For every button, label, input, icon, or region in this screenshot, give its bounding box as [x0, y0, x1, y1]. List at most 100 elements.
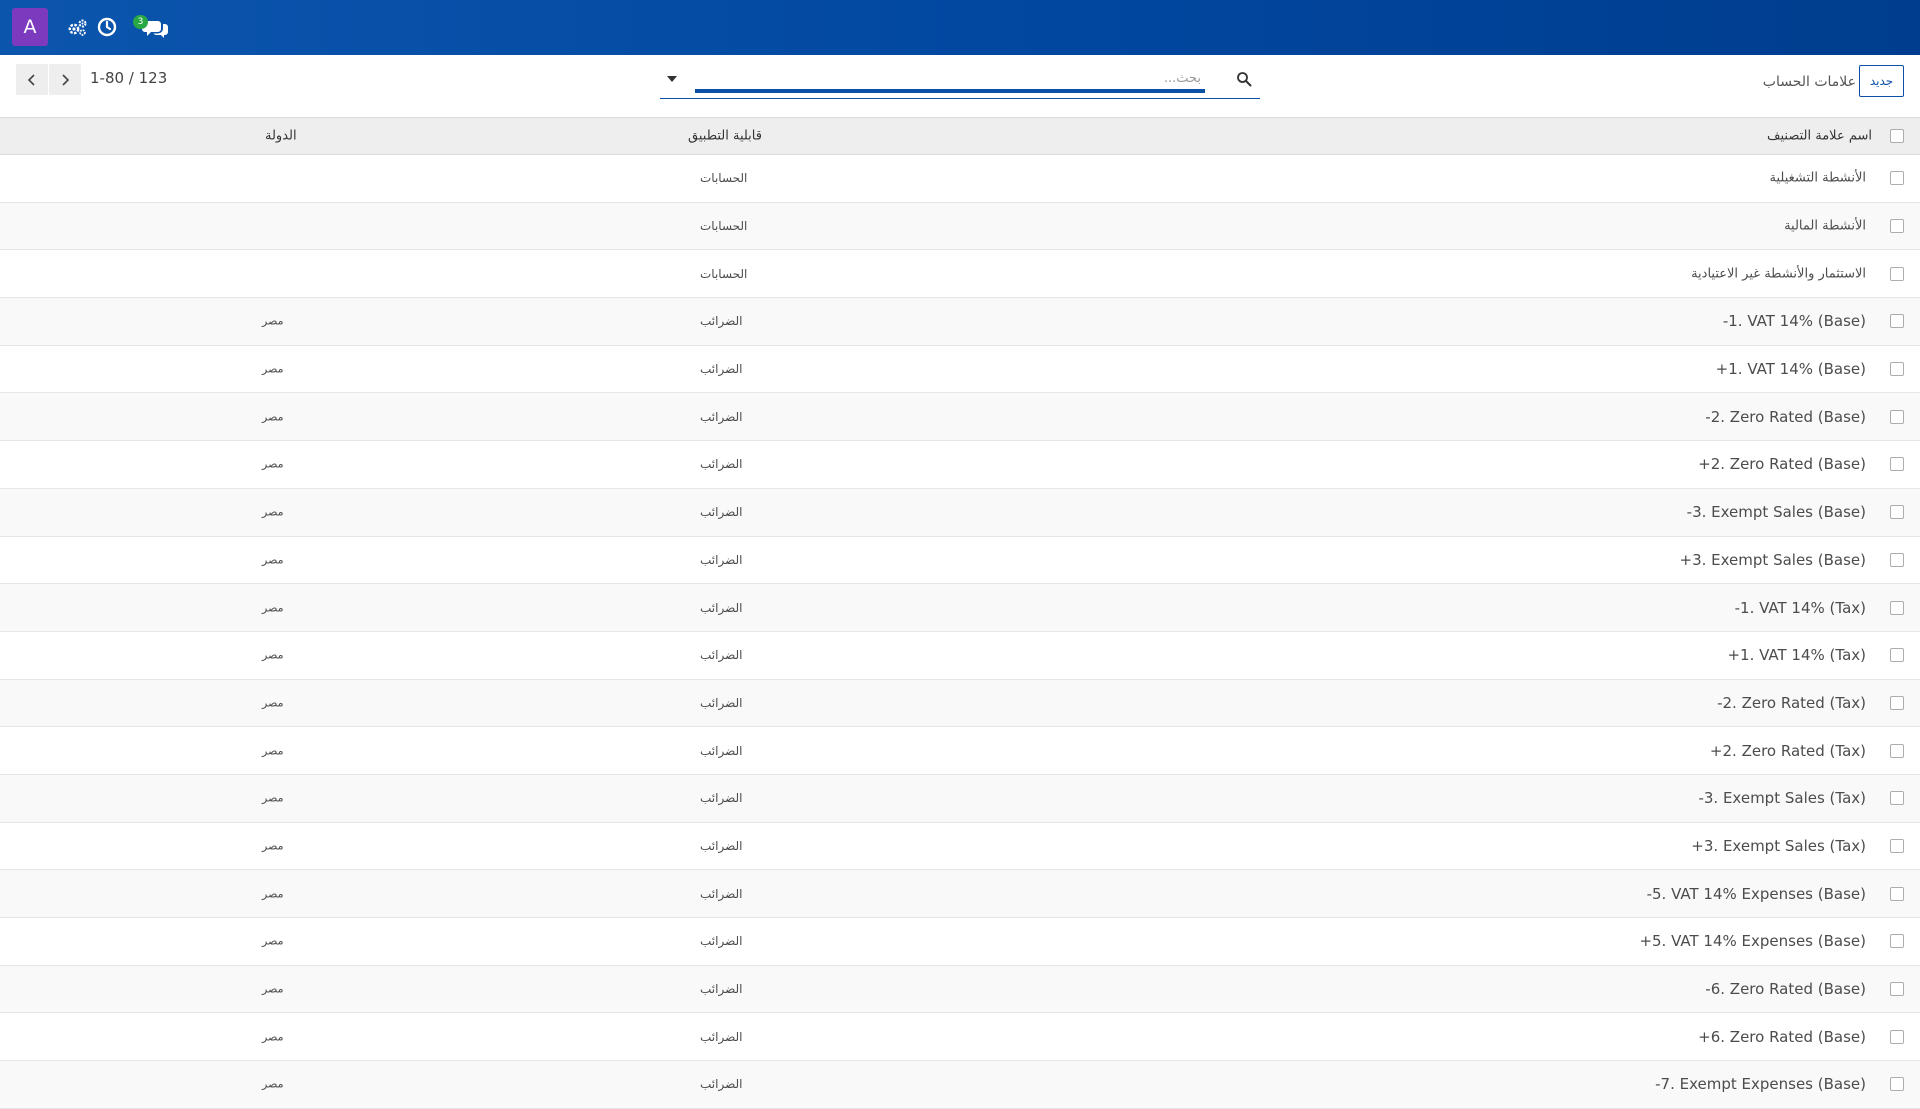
row-checkbox[interactable] [1890, 266, 1904, 281]
cell-country: مصر [262, 648, 284, 662]
table-row[interactable]: -6. Zero Rated (Base) الضرائب مصر [0, 965, 1920, 1014]
cell-applicability: الحسابات [700, 266, 748, 281]
row-checkbox[interactable] [1890, 934, 1904, 949]
cell-applicability: الضرائب [700, 982, 743, 997]
caret-down-icon [667, 76, 677, 82]
chevron-left-icon [27, 73, 35, 86]
pager-value[interactable]: 1-80 / 123 [90, 69, 167, 87]
row-checkbox[interactable] [1890, 648, 1904, 663]
row-checkbox[interactable] [1890, 552, 1904, 567]
table-row[interactable]: -5. VAT 14% Expenses (Base) الضرائب مصر [0, 870, 1920, 918]
select-all-checkbox[interactable] [1890, 129, 1904, 143]
table-row[interactable]: +2. Zero Rated (Base) الضرائب مصر [0, 441, 1920, 489]
row-checkbox[interactable] [1890, 600, 1904, 615]
cell-applicability: الضرائب [700, 838, 743, 853]
row-checkbox[interactable] [1890, 886, 1904, 901]
cell-name: +2. Zero Rated (Tax) [1709, 741, 1866, 760]
user-avatar[interactable]: A [12, 8, 48, 46]
table-row[interactable]: -2. Zero Rated (Tax) الضرائب مصر [0, 679, 1920, 728]
cell-name: +3. Exempt Sales (Base) [1679, 550, 1866, 569]
cell-name: +3. Exempt Sales (Tax) [1691, 836, 1866, 855]
cell-applicability: الضرائب [700, 600, 743, 615]
cell-name: +1. VAT 14% (Base) [1715, 360, 1866, 379]
cell-country: مصر [262, 982, 284, 996]
cell-name: الأنشطة التشغيلية [1769, 170, 1867, 186]
table-row[interactable]: -1. VAT 14% (Base) الضرائب مصر [0, 298, 1920, 346]
cell-applicability: الضرائب [700, 505, 743, 520]
cell-applicability: الحسابات [700, 219, 748, 234]
cell-name: -2. Zero Rated (Base) [1705, 407, 1866, 426]
cell-name: -5. VAT 14% Expenses (Base) [1646, 884, 1866, 903]
cell-name: +5. VAT 14% Expenses (Base) [1639, 932, 1866, 951]
table-row[interactable]: +2. Zero Rated (Tax) الضرائب مصر [0, 727, 1920, 775]
search-options-toggle[interactable] [664, 71, 680, 87]
cell-applicability: الضرائب [700, 695, 743, 710]
list-view: اسم علامة التصنيف قابلية التطبيق الدولة … [0, 117, 1920, 1109]
search-input[interactable] [695, 67, 1205, 93]
cell-country: مصر [262, 696, 284, 710]
top-navbar: A 3 [0, 0, 1920, 55]
row-checkbox[interactable] [1890, 743, 1904, 758]
table-row[interactable]: +5. VAT 14% Expenses (Base) الضرائب مصر [0, 918, 1920, 966]
pager-previous-button[interactable] [16, 64, 48, 95]
row-checkbox[interactable] [1890, 695, 1904, 710]
table-row[interactable]: +6. Zero Rated (Base) الضرائب مصر [0, 1013, 1920, 1062]
cell-country: مصر [262, 410, 284, 424]
column-header-applicability[interactable]: قابلية التطبيق [688, 129, 762, 144]
table-row[interactable]: -1. VAT 14% (Tax) الضرائب مصر [0, 584, 1920, 632]
table-row[interactable]: -7. Exempt Expenses (Base) الضرائب مصر [0, 1061, 1920, 1109]
table-row[interactable]: -3. Exempt Sales (Tax) الضرائب مصر [0, 774, 1920, 823]
cell-applicability: الضرائب [700, 552, 743, 567]
breadcrumb: علامات الحساب [1762, 74, 1856, 90]
table-row[interactable]: الأنشطة المالية الحسابات [0, 202, 1920, 251]
pager-next-button[interactable] [49, 64, 81, 95]
table-row[interactable]: الاستثمار والأنشطة غير الاعتيادية الحسابا… [0, 250, 1920, 299]
row-checkbox[interactable] [1890, 1029, 1904, 1044]
row-checkbox[interactable] [1890, 457, 1904, 472]
cell-country: مصر [262, 601, 284, 615]
cell-applicability: الضرائب [700, 457, 743, 472]
control-panel: 1-80 / 123 علامات الحساب جديد [0, 55, 1920, 117]
table-header: اسم علامة التصنيف قابلية التطبيق الدولة [0, 117, 1920, 155]
table-body: الأنشطة التشغيلية الحسابات الأنشطة المالية… [0, 155, 1920, 1109]
cell-country: مصر [262, 314, 284, 328]
row-checkbox[interactable] [1890, 171, 1904, 186]
cell-name: -7. Exempt Expenses (Base) [1655, 1075, 1866, 1094]
row-checkbox[interactable] [1890, 838, 1904, 853]
table-row[interactable]: -2. Zero Rated (Base) الضرائب مصر [0, 393, 1920, 442]
cell-country: مصر [262, 1030, 284, 1044]
row-checkbox[interactable] [1890, 505, 1904, 520]
column-header-name[interactable]: اسم علامة التصنيف [1767, 129, 1872, 144]
cell-name: -3. Exempt Sales (Tax) [1698, 789, 1866, 808]
cell-name: +6. Zero Rated (Base) [1698, 1027, 1866, 1046]
table-row[interactable]: +3. Exempt Sales (Tax) الضرائب مصر [0, 823, 1920, 871]
row-checkbox[interactable] [1890, 314, 1904, 329]
row-checkbox[interactable] [1890, 219, 1904, 234]
clock-icon[interactable] [94, 14, 120, 40]
cell-name: الاستثمار والأنشطة غير الاعتيادية [1691, 266, 1866, 282]
cell-country: مصر [262, 362, 284, 376]
table-row[interactable]: +1. VAT 14% (Base) الضرائب مصر [0, 346, 1920, 394]
row-checkbox[interactable] [1890, 409, 1904, 424]
gears-icon[interactable] [64, 14, 90, 40]
column-header-country[interactable]: الدولة [265, 129, 297, 144]
cell-country: مصر [262, 744, 284, 758]
table-row[interactable]: +1. VAT 14% (Tax) الضرائب مصر [0, 632, 1920, 680]
search-icon[interactable] [1236, 71, 1252, 87]
cell-country: مصر [262, 553, 284, 567]
cell-country: مصر [262, 934, 284, 948]
row-checkbox[interactable] [1890, 791, 1904, 806]
new-button[interactable]: جديد [1859, 65, 1904, 97]
cell-country: مصر [262, 839, 284, 853]
row-checkbox[interactable] [1890, 982, 1904, 997]
cell-name: -3. Exempt Sales (Base) [1686, 503, 1866, 522]
cell-name: -6. Zero Rated (Base) [1705, 980, 1866, 999]
cell-name: -1. VAT 14% (Base) [1722, 312, 1866, 331]
table-row[interactable]: -3. Exempt Sales (Base) الضرائب مصر [0, 488, 1920, 537]
table-row[interactable]: الأنشطة التشغيلية الحسابات [0, 155, 1920, 203]
table-row[interactable]: +3. Exempt Sales (Base) الضرائب مصر [0, 537, 1920, 585]
search-bar [660, 65, 1260, 99]
row-checkbox[interactable] [1890, 362, 1904, 377]
cell-name: +2. Zero Rated (Base) [1698, 455, 1866, 474]
cell-applicability: الضرائب [700, 409, 743, 424]
